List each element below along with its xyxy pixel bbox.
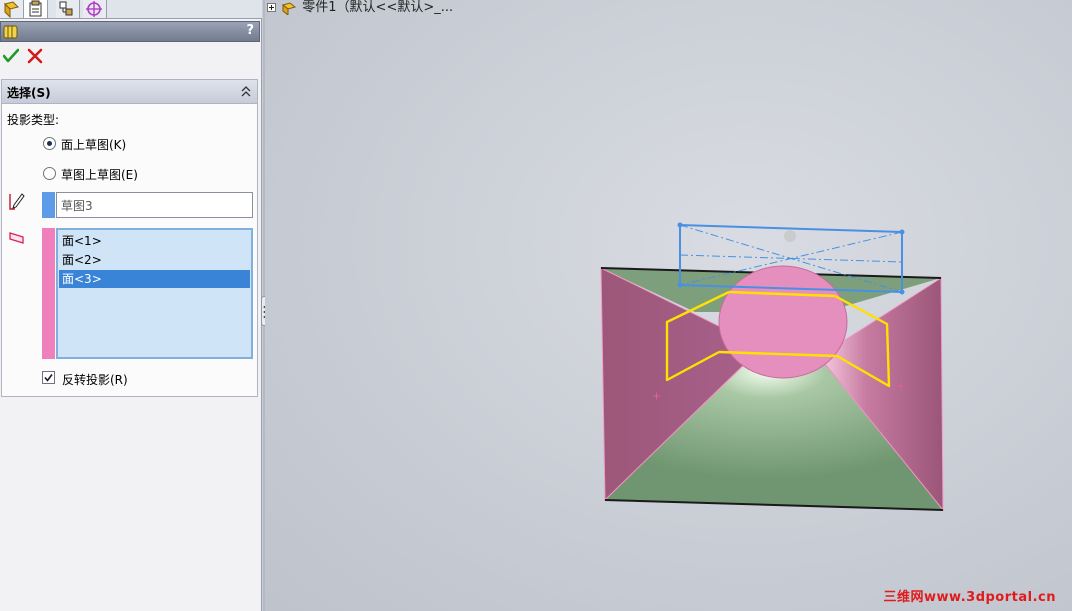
radio-sketch-on-faces[interactable] <box>43 137 56 150</box>
tab-feature-manager[interactable] <box>0 0 24 19</box>
manager-tabstrip <box>0 0 262 19</box>
tab-property-manager[interactable] <box>24 0 48 18</box>
radio-sketch-on-faces-label: 面上草图(K) <box>61 138 127 152</box>
tab-dimxpert[interactable] <box>83 0 107 18</box>
part-name-label: 零件1（默认<<默认>_... <box>302 0 454 15</box>
group-title: 选择(S) <box>7 86 51 100</box>
reverse-projection-checkbox[interactable] <box>42 371 55 384</box>
property-manager-panel: ? 选择(S) 投影类型: 面上草图(K) 草图上草图(E) 草图3 面<1> … <box>0 0 262 611</box>
checkmark-icon <box>44 374 53 382</box>
part-icon <box>282 1 297 16</box>
feature-tree-root[interactable]: 零件1（默认<<默认>_... <box>267 0 454 16</box>
dimxpert-tab-icon <box>86 1 102 17</box>
sketch-pencil-icon <box>9 193 25 210</box>
selections-group-header[interactable]: 选择(S) <box>2 80 257 104</box>
reverse-projection-label: 反转投影(R) <box>62 373 128 387</box>
sketch-color-bar <box>42 192 55 218</box>
face-list-item-2[interactable]: 面<2> <box>59 251 250 269</box>
configuration-manager-tab-icon <box>59 1 73 16</box>
projection-type-label: 投影类型: <box>7 113 60 127</box>
model-view[interactable] <box>265 0 1072 611</box>
property-manager-tab-icon <box>29 0 42 17</box>
collapse-chevron-icon[interactable] <box>240 84 252 98</box>
property-manager-titlebar: ? <box>0 21 260 42</box>
help-button[interactable]: ? <box>246 23 254 38</box>
sketch-field-value: 草图3 <box>61 199 93 213</box>
faces-color-bar <box>42 228 55 359</box>
radio-sketch-on-sketch[interactable] <box>43 167 56 180</box>
face-list-item-1[interactable]: 面<1> <box>59 232 250 250</box>
circle-face[interactable] <box>718 265 848 379</box>
feature-manager-tab-icon <box>4 1 19 19</box>
tab-configuration-manager[interactable] <box>56 0 80 18</box>
graphics-viewport[interactable] <box>265 0 1072 611</box>
radio-sketch-on-sketch-label: 草图上草图(E) <box>61 168 138 182</box>
expand-plus-icon[interactable] <box>267 3 276 12</box>
faces-to-project-list[interactable]: 面<1> 面<2> 面<3> <box>56 228 253 359</box>
selections-group: 选择(S) 投影类型: 面上草图(K) 草图上草图(E) 草图3 面<1> 面<… <box>1 79 258 397</box>
split-line-feature-icon <box>3 25 18 39</box>
ok-check-icon[interactable] <box>3 48 19 64</box>
site-watermark: 三维网www.3dportal.cn <box>883 590 1056 605</box>
face-selection-icon <box>9 232 24 244</box>
cancel-x-icon[interactable] <box>27 48 43 64</box>
face-list-item-3[interactable]: 面<3> <box>59 270 250 288</box>
sketch-to-project-field[interactable]: 草图3 <box>56 192 253 218</box>
